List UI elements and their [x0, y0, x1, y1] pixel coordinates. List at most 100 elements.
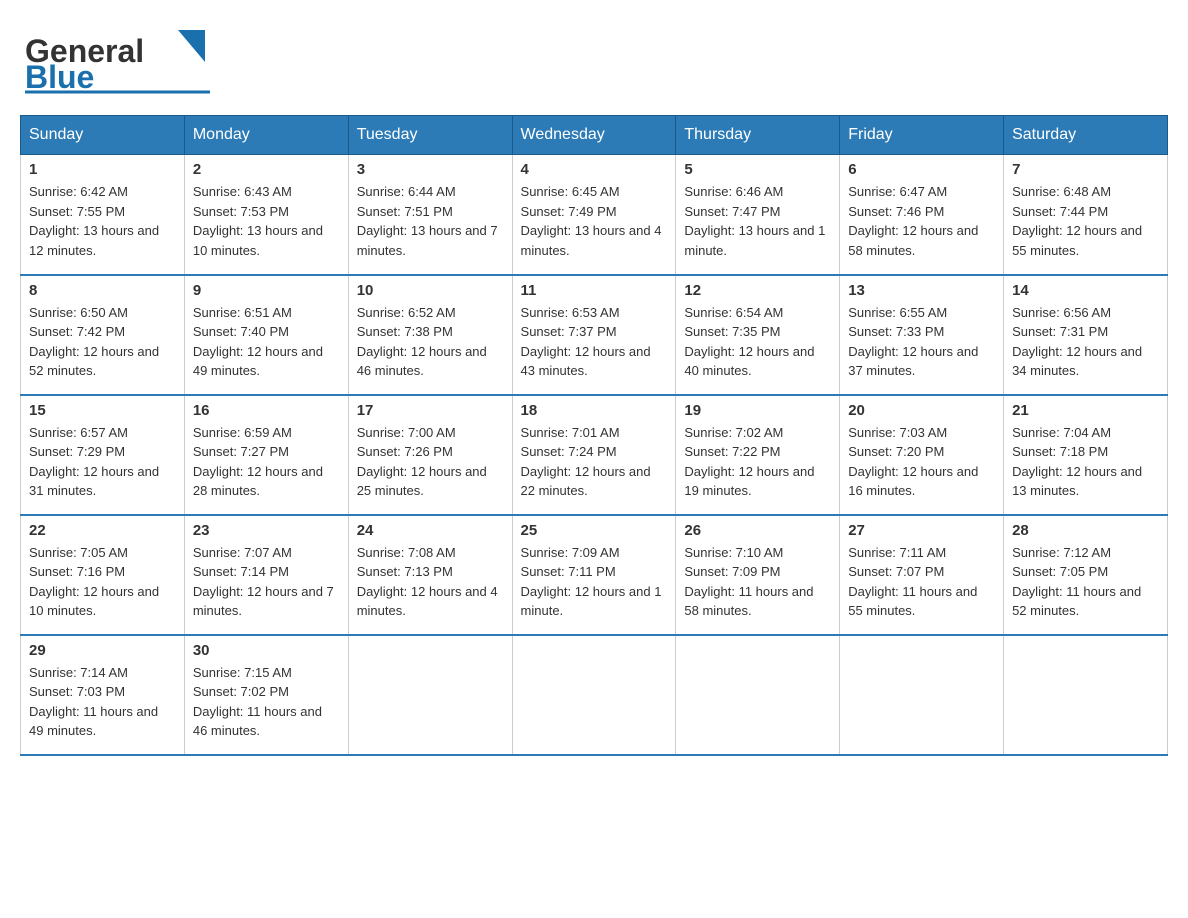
day-number: 24 — [357, 522, 504, 539]
calendar-day-cell: 14 Sunrise: 6:56 AMSunset: 7:31 PMDayligh… — [1004, 275, 1168, 395]
calendar-week-row: 1 Sunrise: 6:42 AMSunset: 7:55 PMDaylight… — [21, 155, 1168, 275]
calendar-day-cell: 4 Sunrise: 6:45 AMSunset: 7:49 PMDaylight… — [512, 155, 676, 275]
day-info: Sunrise: 6:42 AMSunset: 7:55 PMDaylight:… — [29, 182, 176, 260]
day-number: 7 — [1012, 161, 1159, 178]
day-number: 21 — [1012, 402, 1159, 419]
calendar-week-row: 15 Sunrise: 6:57 AMSunset: 7:29 PMDayligh… — [21, 395, 1168, 515]
calendar-day-cell: 6 Sunrise: 6:47 AMSunset: 7:46 PMDaylight… — [840, 155, 1004, 275]
calendar-day-cell: 17Sunrise: 7:00 AMSunset: 7:26 PMDayligh… — [348, 395, 512, 515]
calendar-day-cell: 22Sunrise: 7:05 AMSunset: 7:16 PMDayligh… — [21, 515, 185, 635]
day-info: Sunrise: 6:50 AMSunset: 7:42 PMDaylight:… — [29, 303, 176, 381]
day-info: Sunrise: 6:54 AMSunset: 7:35 PMDaylight:… — [684, 303, 831, 381]
day-number: 30 — [193, 642, 340, 659]
calendar-day-cell — [512, 635, 676, 755]
day-info: Sunrise: 7:02 AMSunset: 7:22 PMDaylight:… — [684, 423, 831, 501]
calendar-week-row: 22Sunrise: 7:05 AMSunset: 7:16 PMDayligh… — [21, 515, 1168, 635]
day-number: 22 — [29, 522, 176, 539]
calendar-day-cell: 9 Sunrise: 6:51 AMSunset: 7:40 PMDaylight… — [184, 275, 348, 395]
day-number: 4 — [521, 161, 668, 178]
day-number: 12 — [684, 282, 831, 299]
day-info: Sunrise: 7:14 AMSunset: 7:03 PMDaylight:… — [29, 663, 176, 741]
calendar-day-cell — [676, 635, 840, 755]
day-info: Sunrise: 7:01 AMSunset: 7:24 PMDaylight:… — [521, 423, 668, 501]
calendar-week-row: 8Sunrise: 6:50 AMSunset: 7:42 PMDaylight… — [21, 275, 1168, 395]
day-info: Sunrise: 6:56 AMSunset: 7:31 PMDaylight:… — [1012, 303, 1159, 381]
day-info: Sunrise: 7:08 AMSunset: 7:13 PMDaylight:… — [357, 543, 504, 621]
header-wednesday: Wednesday — [512, 116, 676, 155]
day-number: 15 — [29, 402, 176, 419]
day-number: 14 — [1012, 282, 1159, 299]
calendar-day-cell: 7 Sunrise: 6:48 AMSunset: 7:44 PMDaylight… — [1004, 155, 1168, 275]
day-info: Sunrise: 6:46 AMSunset: 7:47 PMDaylight:… — [684, 182, 831, 260]
calendar-day-cell — [840, 635, 1004, 755]
day-info: Sunrise: 7:07 AMSunset: 7:14 PMDaylight:… — [193, 543, 340, 621]
day-number: 10 — [357, 282, 504, 299]
day-number: 27 — [848, 522, 995, 539]
day-number: 1 — [29, 161, 176, 178]
calendar-day-cell: 5 Sunrise: 6:46 AMSunset: 7:47 PMDaylight… — [676, 155, 840, 275]
day-number: 6 — [848, 161, 995, 178]
day-number: 16 — [193, 402, 340, 419]
calendar-day-cell: 20Sunrise: 7:03 AMSunset: 7:20 PMDayligh… — [840, 395, 1004, 515]
calendar-day-cell: 27Sunrise: 7:11 AMSunset: 7:07 PMDayligh… — [840, 515, 1004, 635]
calendar-day-cell: 1 Sunrise: 6:42 AMSunset: 7:55 PMDaylight… — [21, 155, 185, 275]
day-info: Sunrise: 6:48 AMSunset: 7:44 PMDaylight:… — [1012, 182, 1159, 260]
day-info: Sunrise: 6:53 AMSunset: 7:37 PMDaylight:… — [521, 303, 668, 381]
day-info: Sunrise: 7:12 AMSunset: 7:05 PMDaylight:… — [1012, 543, 1159, 621]
day-info: Sunrise: 7:15 AMSunset: 7:02 PMDaylight:… — [193, 663, 340, 741]
calendar-day-cell: 11Sunrise: 6:53 AMSunset: 7:37 PMDayligh… — [512, 275, 676, 395]
calendar-day-cell — [1004, 635, 1168, 755]
calendar-day-cell: 21 Sunrise: 7:04 AMSunset: 7:18 PMDayligh… — [1004, 395, 1168, 515]
day-number: 28 — [1012, 522, 1159, 539]
calendar-day-cell: 19 Sunrise: 7:02 AMSunset: 7:22 PMDayligh… — [676, 395, 840, 515]
calendar-day-cell: 8Sunrise: 6:50 AMSunset: 7:42 PMDaylight… — [21, 275, 185, 395]
day-number: 5 — [684, 161, 831, 178]
day-number: 29 — [29, 642, 176, 659]
calendar-day-cell: 3 Sunrise: 6:44 AMSunset: 7:51 PMDaylight… — [348, 155, 512, 275]
day-number: 19 — [684, 402, 831, 419]
day-info: Sunrise: 6:47 AMSunset: 7:46 PMDaylight:… — [848, 182, 995, 260]
header-sunday: Sunday — [21, 116, 185, 155]
day-info: Sunrise: 7:00 AMSunset: 7:26 PMDaylight:… — [357, 423, 504, 501]
day-info: Sunrise: 7:04 AMSunset: 7:18 PMDaylight:… — [1012, 423, 1159, 501]
day-info: Sunrise: 7:10 AMSunset: 7:09 PMDaylight:… — [684, 543, 831, 621]
calendar-day-cell: 2Sunrise: 6:43 AMSunset: 7:53 PMDaylight… — [184, 155, 348, 275]
calendar-day-cell: 29 Sunrise: 7:14 AMSunset: 7:03 PMDayligh… — [21, 635, 185, 755]
calendar-day-cell: 10 Sunrise: 6:52 AMSunset: 7:38 PMDayligh… — [348, 275, 512, 395]
day-number: 18 — [521, 402, 668, 419]
day-number: 25 — [521, 522, 668, 539]
calendar-day-cell: 15 Sunrise: 6:57 AMSunset: 7:29 PMDayligh… — [21, 395, 185, 515]
svg-text:Blue: Blue — [25, 59, 94, 95]
day-info: Sunrise: 6:45 AMSunset: 7:49 PMDaylight:… — [521, 182, 668, 260]
day-number: 9 — [193, 282, 340, 299]
day-number: 26 — [684, 522, 831, 539]
calendar-day-cell: 24 Sunrise: 7:08 AMSunset: 7:13 PMDayligh… — [348, 515, 512, 635]
calendar-day-cell: 13 Sunrise: 6:55 AMSunset: 7:33 PMDayligh… — [840, 275, 1004, 395]
header-tuesday: Tuesday — [348, 116, 512, 155]
day-info: Sunrise: 6:59 AMSunset: 7:27 PMDaylight:… — [193, 423, 340, 501]
page-header: General Blue — [20, 20, 1168, 95]
calendar-day-cell: 18 Sunrise: 7:01 AMSunset: 7:24 PMDayligh… — [512, 395, 676, 515]
calendar-header-row: Sunday Monday Tuesday Wednesday Thursday… — [21, 116, 1168, 155]
header-friday: Friday — [840, 116, 1004, 155]
calendar-table: Sunday Monday Tuesday Wednesday Thursday… — [20, 115, 1168, 756]
calendar-day-cell: 12 Sunrise: 6:54 AMSunset: 7:35 PMDayligh… — [676, 275, 840, 395]
calendar-day-cell: 23 Sunrise: 7:07 AMSunset: 7:14 PMDayligh… — [184, 515, 348, 635]
calendar-day-cell: 16 Sunrise: 6:59 AMSunset: 7:27 PMDayligh… — [184, 395, 348, 515]
day-number: 20 — [848, 402, 995, 419]
header-monday: Monday — [184, 116, 348, 155]
day-info: Sunrise: 6:44 AMSunset: 7:51 PMDaylight:… — [357, 182, 504, 260]
header-saturday: Saturday — [1004, 116, 1168, 155]
calendar-week-row: 29 Sunrise: 7:14 AMSunset: 7:03 PMDayligh… — [21, 635, 1168, 755]
day-info: Sunrise: 7:09 AMSunset: 7:11 PMDaylight:… — [521, 543, 668, 621]
day-info: Sunrise: 6:55 AMSunset: 7:33 PMDaylight:… — [848, 303, 995, 381]
calendar-day-cell: 30 Sunrise: 7:15 AMSunset: 7:02 PMDayligh… — [184, 635, 348, 755]
day-number: 3 — [357, 161, 504, 178]
day-info: Sunrise: 6:52 AMSunset: 7:38 PMDaylight:… — [357, 303, 504, 381]
calendar-day-cell: 25 Sunrise: 7:09 AMSunset: 7:11 PMDayligh… — [512, 515, 676, 635]
calendar-day-cell — [348, 635, 512, 755]
day-number: 23 — [193, 522, 340, 539]
day-info: Sunrise: 6:51 AMSunset: 7:40 PMDaylight:… — [193, 303, 340, 381]
day-info: Sunrise: 6:57 AMSunset: 7:29 PMDaylight:… — [29, 423, 176, 501]
day-number: 13 — [848, 282, 995, 299]
